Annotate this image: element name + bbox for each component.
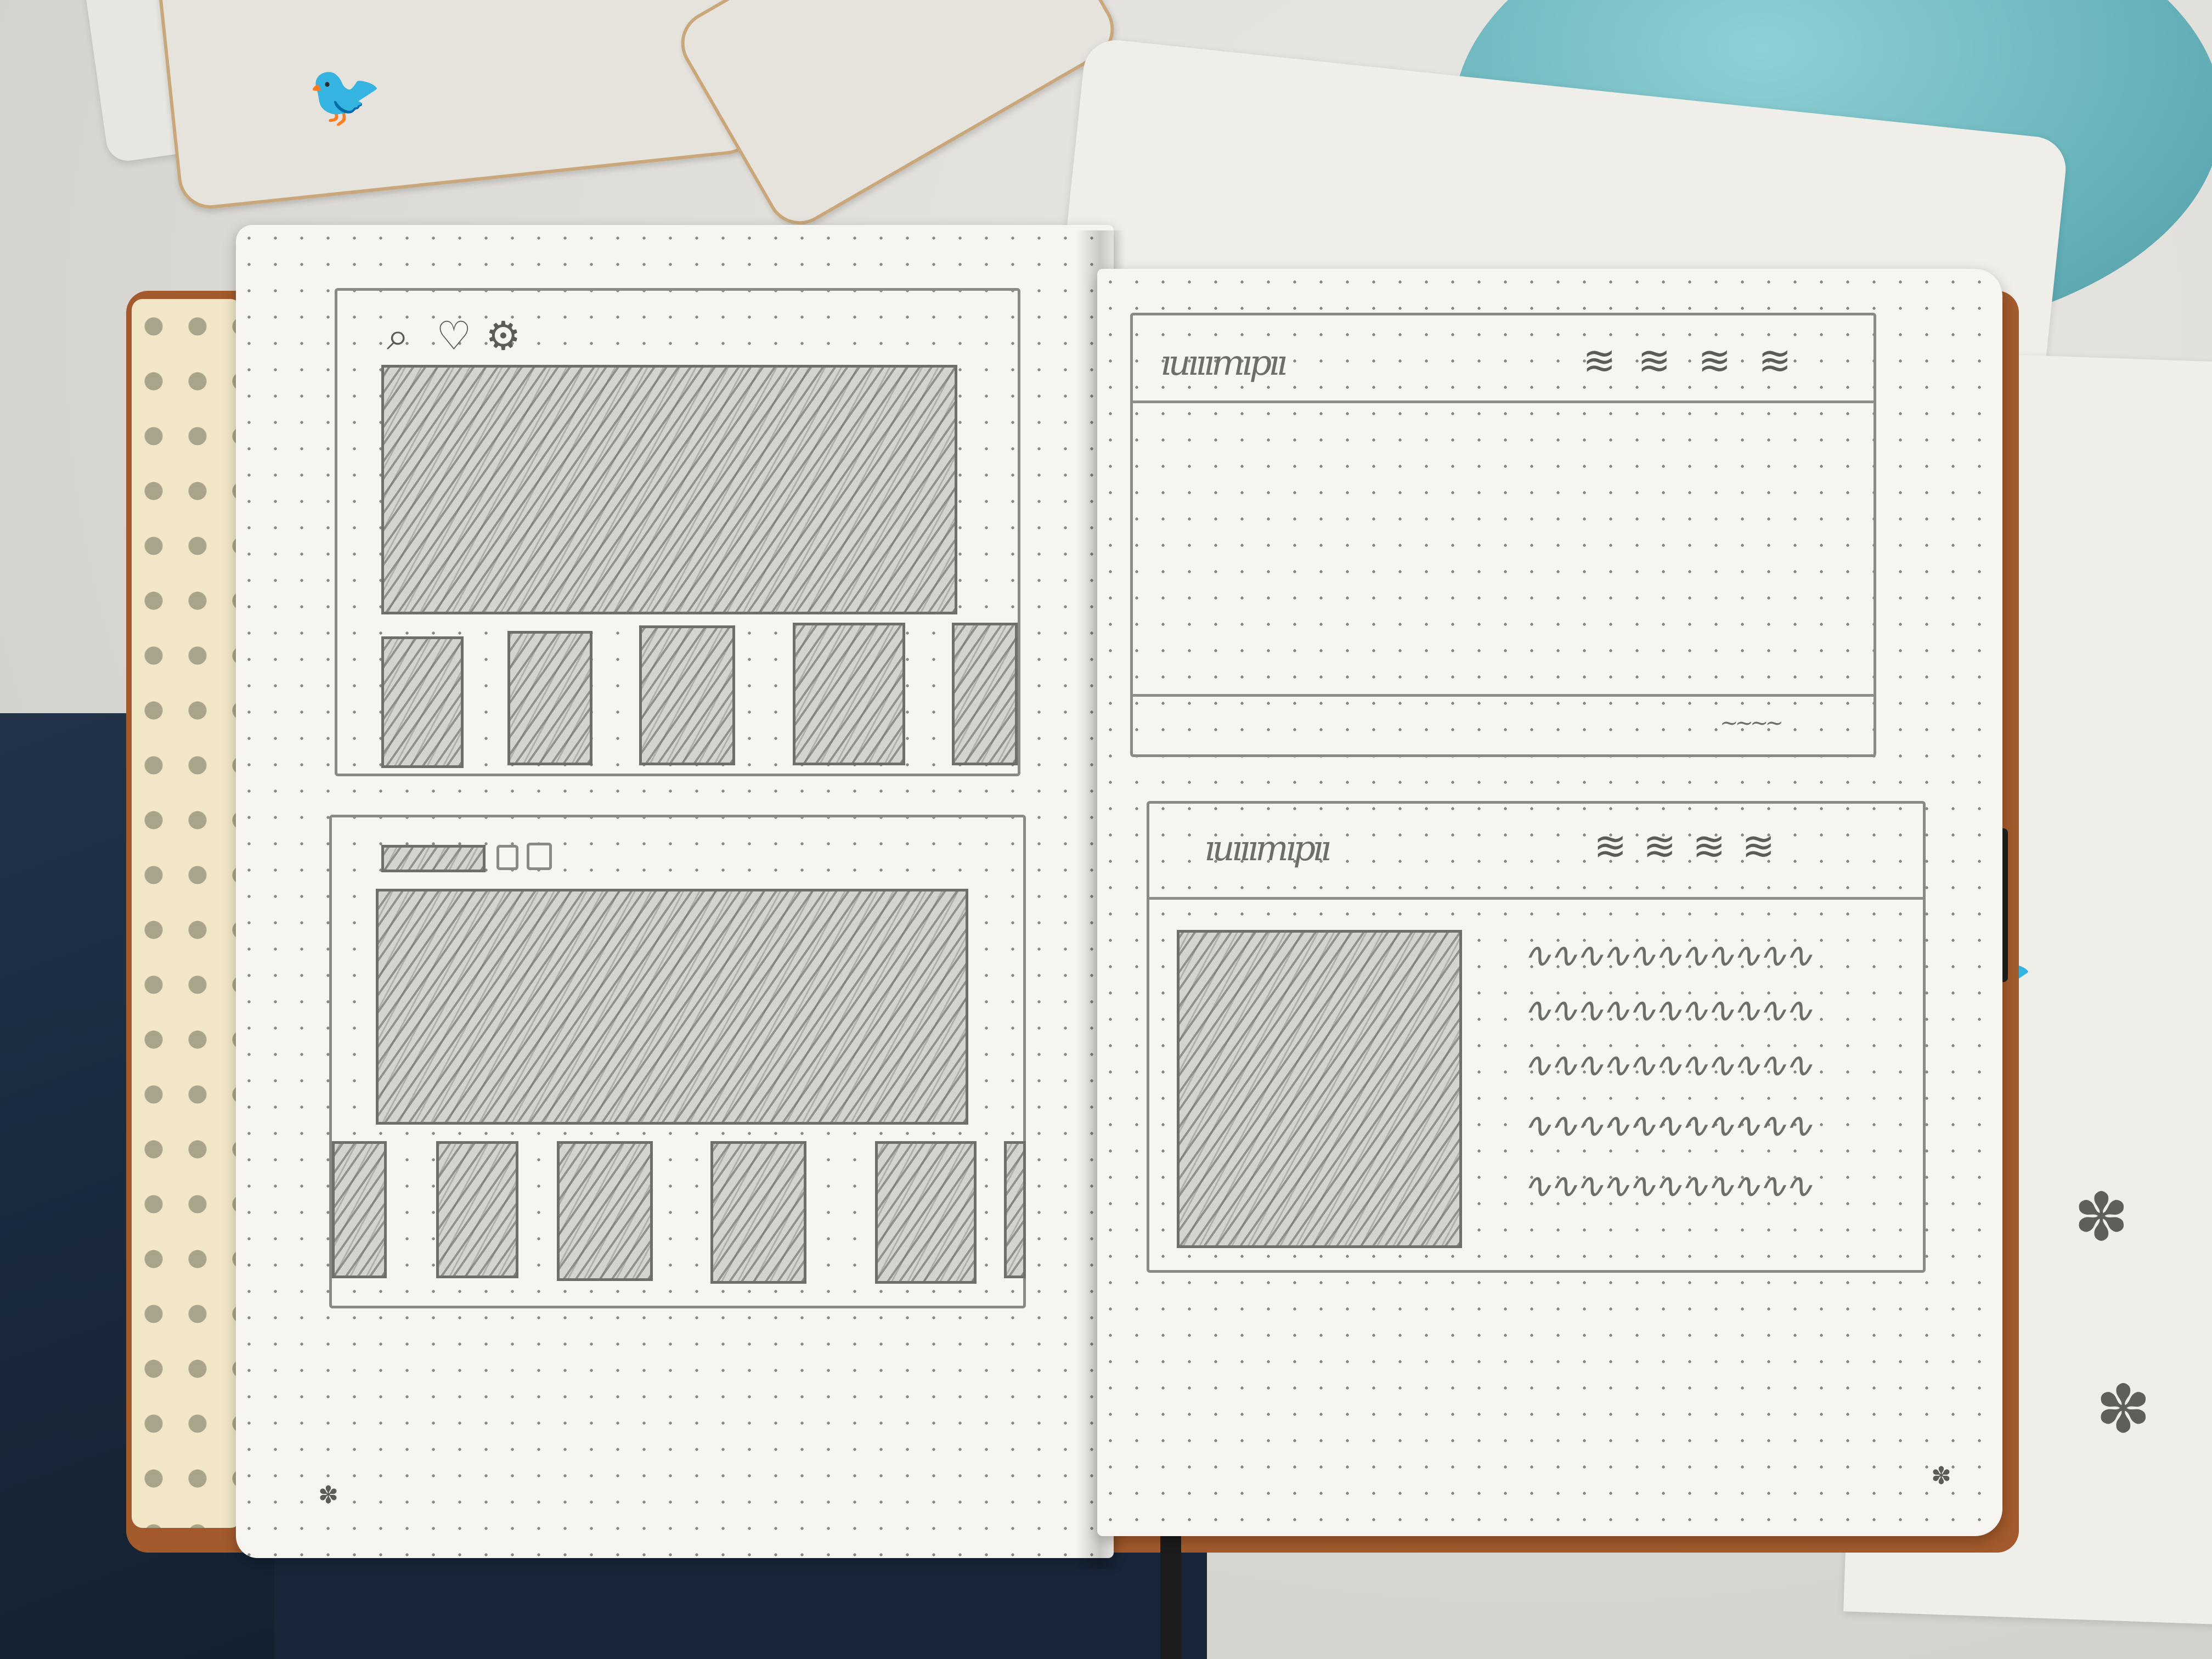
right-page: ıuııımıpıı ≋ ≋ ≋ ≋ ~~~~ ıuııımıpıı ≋ ≋ ≋…	[1097, 269, 2002, 1536]
header-icon: ≋	[1698, 337, 1731, 383]
wireframe-desktop-frame: ⌕ ♡ ⚙	[335, 288, 1020, 776]
footer-scribble: ~~~~	[1720, 710, 1784, 736]
small-button-placeholder	[527, 843, 552, 870]
thumbnail-placeholder	[1004, 1141, 1026, 1278]
hero-image-placeholder	[376, 889, 968, 1125]
product-image-placeholder	[1177, 930, 1462, 1248]
flower-icon: ✽	[318, 1481, 338, 1509]
bookmark-ribbon	[1160, 1525, 1181, 1659]
header-title-scribble: ıuııımıpıı	[1204, 828, 1331, 869]
header-divider	[1133, 400, 1874, 403]
header-divider	[1149, 897, 1923, 900]
header-icon: ≋	[1638, 337, 1671, 383]
flower-icon: ✽	[1931, 1462, 1951, 1490]
footer-divider	[1133, 694, 1874, 697]
text-line-scribble: ∿∿∿∿∿∿∿∿∿∿∿	[1522, 990, 1813, 1031]
thumbnail-placeholder	[436, 1141, 518, 1278]
thumbnail-placeholder	[557, 1141, 653, 1281]
flower-illustration-icon: ✽	[2096, 1372, 2151, 1448]
search-icon: ⌕	[387, 313, 409, 359]
text-line-scribble: ∿∿∿∿∿∿∿∿∿∿∿	[1522, 935, 1813, 976]
thumbnail-placeholder	[507, 631, 592, 765]
wireframe-detail-frame: ıuııımıpıı ≋ ≋ ≋ ≋ ∿∿∿∿∿∿∿∿∿∿∿ ∿∿∿∿∿∿∿∿∿…	[1147, 801, 1926, 1273]
gear-icon: ⚙	[486, 313, 521, 359]
wireframe-desktop-frame	[329, 815, 1026, 1308]
thumbnail-placeholder	[639, 625, 735, 765]
paw-print-band	[132, 299, 241, 1528]
thumbnail-placeholder	[710, 1141, 806, 1284]
flower-illustration-icon: ✽	[2074, 1180, 2129, 1256]
thumbnail-placeholder	[793, 623, 905, 765]
search-bar-placeholder	[381, 845, 486, 872]
header-icon: ≋	[1692, 823, 1726, 869]
heart-icon: ♡	[436, 313, 472, 359]
left-page: ⌕ ♡ ⚙ ✽	[236, 225, 1114, 1558]
header-icon: ≋	[1643, 823, 1677, 869]
header-title-scribble: ıuııımıpıı	[1160, 343, 1288, 383]
hero-image-placeholder	[381, 365, 957, 614]
text-line-scribble: ∿∿∿∿∿∿∿∿∿∿∿	[1522, 1045, 1813, 1086]
bird-illustration-icon: 🐦	[307, 62, 382, 129]
header-icon: ≋	[1742, 823, 1775, 869]
thumbnail-placeholder	[332, 1141, 387, 1278]
text-line-scribble: ∿∿∿∿∿∿∿∿∿∿∿	[1522, 1166, 1813, 1206]
thumbnail-placeholder	[381, 636, 464, 768]
header-icon: ≋	[1583, 337, 1616, 383]
thumbnail-placeholder	[875, 1141, 977, 1284]
header-icon: ≋	[1758, 337, 1792, 383]
small-button-placeholder	[496, 845, 518, 870]
text-line-scribble: ∿∿∿∿∿∿∿∿∿∿∿	[1522, 1105, 1813, 1146]
wireframe-page-frame: ıuııımıpıı ≋ ≋ ≋ ≋ ~~~~	[1130, 313, 1876, 757]
thumbnail-placeholder	[952, 623, 1018, 765]
header-icon: ≋	[1594, 823, 1627, 869]
